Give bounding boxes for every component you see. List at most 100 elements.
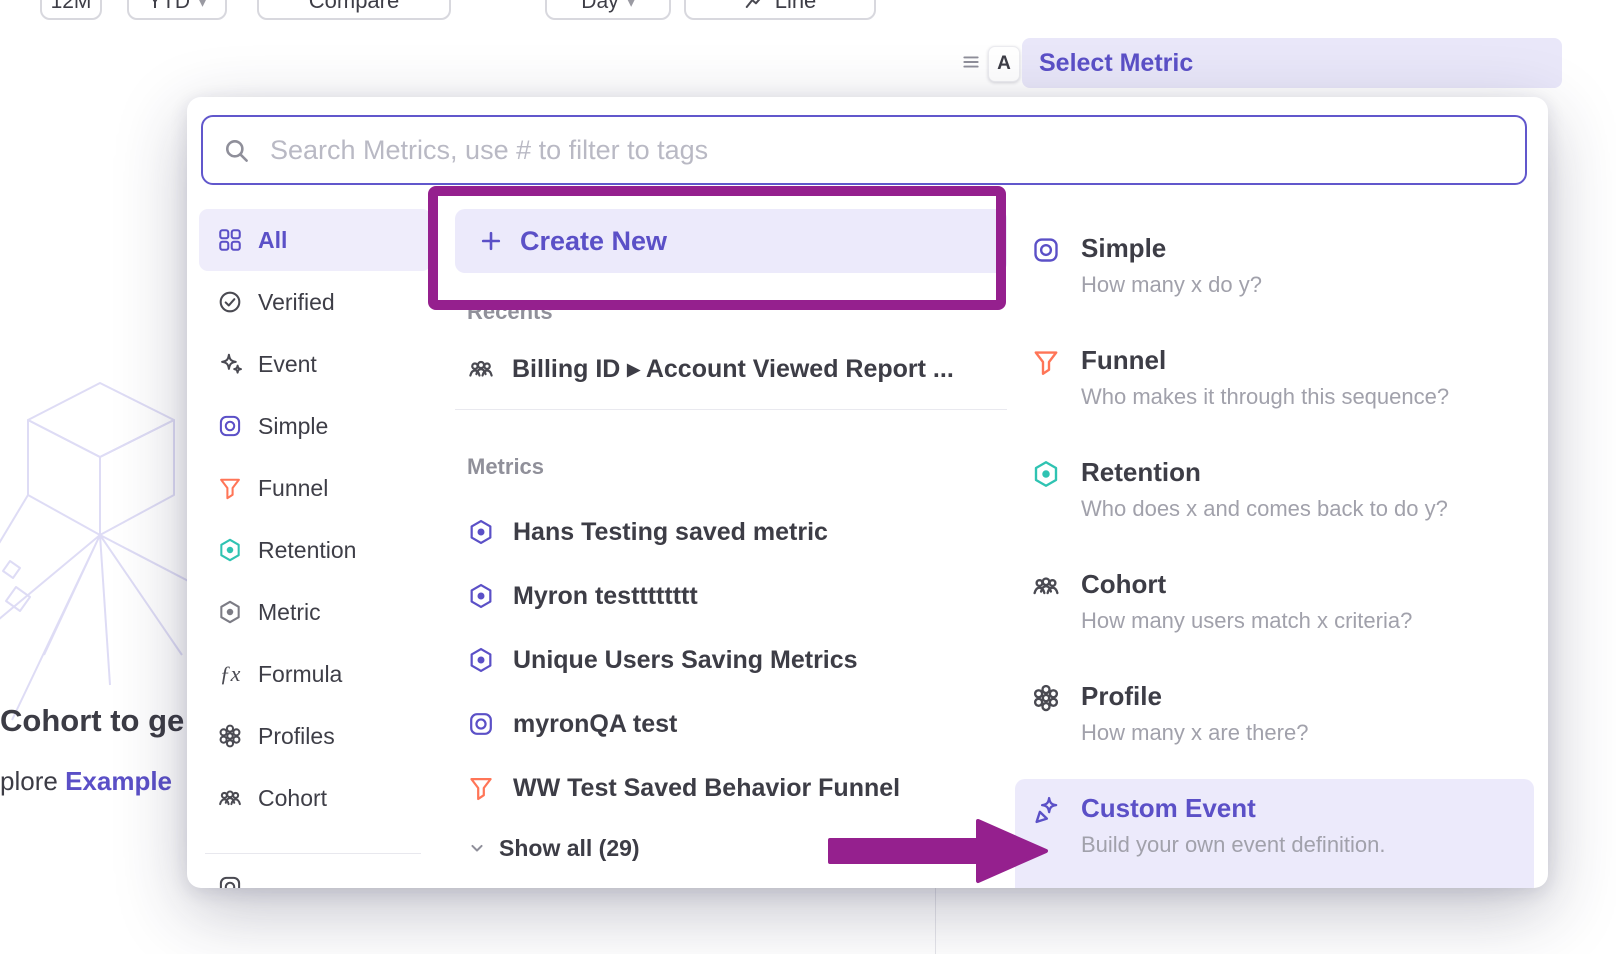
metric-picker-modal: All Verified Event Simple Funnel Retenti… xyxy=(187,97,1548,888)
type-title: Funnel xyxy=(1081,345,1449,375)
line-chart-icon xyxy=(744,0,766,12)
drag-handle-icon[interactable] xyxy=(961,52,981,72)
sidebar-item-partial[interactable] xyxy=(199,870,431,888)
metric-item-label: Myron testttttttt xyxy=(513,582,698,611)
recent-metric-item[interactable]: Billing ID ▸ Account Viewed Report ... xyxy=(455,341,1007,397)
metric-hexagon-icon xyxy=(467,582,495,610)
interval-day-button[interactable]: Day ▾ xyxy=(545,0,671,20)
compare-button[interactable]: Compare xyxy=(257,0,451,20)
select-metric-button[interactable]: Select Metric xyxy=(1022,38,1562,88)
sidebar-item-label: Event xyxy=(258,351,317,378)
metric-hexagon-icon xyxy=(467,518,495,546)
sidebar-item-label: Metric xyxy=(258,599,321,626)
metrics-header: Metrics xyxy=(467,454,1007,480)
cohort-people-icon xyxy=(467,355,495,383)
chart-type-line-button[interactable]: Line xyxy=(684,0,876,20)
sidebar-item-formula[interactable]: ƒx Formula xyxy=(199,643,431,705)
sidebar-item-label: All xyxy=(258,227,287,254)
metric-results-column: Create New Recents Billing ID ▸ Account … xyxy=(455,209,1007,868)
example-boards-link[interactable]: Example xyxy=(65,766,172,796)
plus-icon xyxy=(479,229,503,253)
button-label: Day xyxy=(581,0,618,14)
empty-state-heading: Cohort to ge xyxy=(0,703,184,739)
chevron-down-icon xyxy=(467,838,487,858)
empty-state-subtext: plore Example xyxy=(0,766,172,797)
verified-badge-icon xyxy=(217,289,243,315)
saved-metric-item[interactable]: myronQA test xyxy=(455,692,1007,756)
type-description: How many x are there? xyxy=(1081,720,1308,746)
type-title: Profile xyxy=(1081,681,1308,711)
retention-icon xyxy=(217,537,243,563)
metric-type-custom-event[interactable]: Custom Event Build your own event defini… xyxy=(1015,779,1534,888)
chevron-down-icon: ▾ xyxy=(628,0,635,14)
sidebar-item-simple[interactable]: Simple xyxy=(199,395,431,457)
metric-type-retention[interactable]: Retention Who does x and comes back to d… xyxy=(1015,443,1534,555)
grid-icon xyxy=(217,227,243,253)
sidebar-item-retention[interactable]: Retention xyxy=(199,519,431,581)
metric-hexagon-icon xyxy=(467,646,495,674)
show-all-button[interactable]: Show all (29) xyxy=(455,828,1007,868)
metric-type-funnel[interactable]: Funnel Who makes it through this sequenc… xyxy=(1015,331,1534,443)
type-description: How many x do y? xyxy=(1081,272,1262,298)
range-12m-button[interactable]: 12M xyxy=(40,0,102,20)
metric-hexagon-icon xyxy=(217,599,243,625)
sidebar-item-all[interactable]: All xyxy=(199,209,431,271)
metric-type-profile[interactable]: Profile How many x are there? xyxy=(1015,667,1534,779)
sidebar-item-event[interactable]: Event xyxy=(199,333,431,395)
simple-metric-icon xyxy=(217,413,243,439)
metric-type-simple[interactable]: Simple How many x do y? xyxy=(1015,219,1534,331)
button-label: 12M xyxy=(51,0,92,14)
type-description: How many users match x criteria? xyxy=(1081,608,1412,634)
sidebar-item-label: Profiles xyxy=(258,723,335,750)
saved-metric-item[interactable]: Myron testttttttt xyxy=(455,564,1007,628)
metric-type-column: Simple How many x do y? Funnel Who makes… xyxy=(1015,209,1534,888)
type-title: Simple xyxy=(1081,233,1262,263)
funnel-icon xyxy=(467,774,495,802)
event-sparkle-icon xyxy=(217,351,243,377)
metric-filter-sidebar: All Verified Event Simple Funnel Retenti… xyxy=(199,209,431,888)
sidebar-item-label: Funnel xyxy=(258,475,328,502)
sidebar-item-verified[interactable]: Verified xyxy=(199,271,431,333)
section-divider xyxy=(455,409,1007,410)
saved-metric-item[interactable]: Unique Users Saving Metrics xyxy=(455,628,1007,692)
button-label: Line xyxy=(775,0,817,14)
recent-item-label: Billing ID ▸ Account Viewed Report ... xyxy=(512,354,954,384)
select-metric-label: Select Metric xyxy=(1039,49,1193,78)
button-label: Compare xyxy=(309,0,399,14)
saved-metrics-list: Hans Testing saved metric Myron testtttt… xyxy=(455,500,1007,820)
sidebar-item-funnel[interactable]: Funnel xyxy=(199,457,431,519)
clipped-icon xyxy=(217,874,243,888)
sidebar-item-label: Verified xyxy=(258,289,335,316)
type-title: Cohort xyxy=(1081,569,1412,599)
search-input[interactable] xyxy=(268,134,1505,167)
series-badge-label: A xyxy=(997,53,1011,75)
funnel-icon xyxy=(1031,347,1061,377)
formula-fx-icon: ƒx xyxy=(217,661,243,687)
custom-event-sparkle-icon xyxy=(1031,795,1061,825)
simple-metric-icon xyxy=(467,710,495,738)
metric-type-cohort[interactable]: Cohort How many users match x criteria? xyxy=(1015,555,1534,667)
series-a-badge[interactable]: A xyxy=(988,46,1020,82)
type-title: Retention xyxy=(1081,457,1448,487)
search-icon xyxy=(223,137,250,164)
button-label: YTD xyxy=(148,0,190,14)
metric-item-label: myronQA test xyxy=(513,710,677,739)
sidebar-item-metric[interactable]: Metric xyxy=(199,581,431,643)
profiles-flower-icon xyxy=(217,723,243,749)
range-ytd-button[interactable]: YTD ▾ xyxy=(127,0,227,20)
type-description: Build your own event definition. xyxy=(1081,832,1386,858)
sidebar-item-label: Simple xyxy=(258,413,328,440)
cohort-people-icon xyxy=(1031,571,1061,601)
profiles-flower-icon xyxy=(1031,683,1061,713)
type-title: Custom Event xyxy=(1081,793,1386,823)
retention-icon xyxy=(1031,459,1061,489)
sidebar-item-cohort[interactable]: Cohort xyxy=(199,767,431,829)
sidebar-item-label: Formula xyxy=(258,661,342,688)
saved-metric-item[interactable]: Hans Testing saved metric xyxy=(455,500,1007,564)
saved-metric-item[interactable]: WW Test Saved Behavior Funnel xyxy=(455,756,1007,820)
sidebar-item-profiles[interactable]: Profiles xyxy=(199,705,431,767)
recents-header: Recents xyxy=(467,299,1007,325)
type-description: Who makes it through this sequence? xyxy=(1081,384,1449,410)
create-new-button[interactable]: Create New xyxy=(455,209,1007,273)
metric-item-label: Hans Testing saved metric xyxy=(513,518,828,547)
